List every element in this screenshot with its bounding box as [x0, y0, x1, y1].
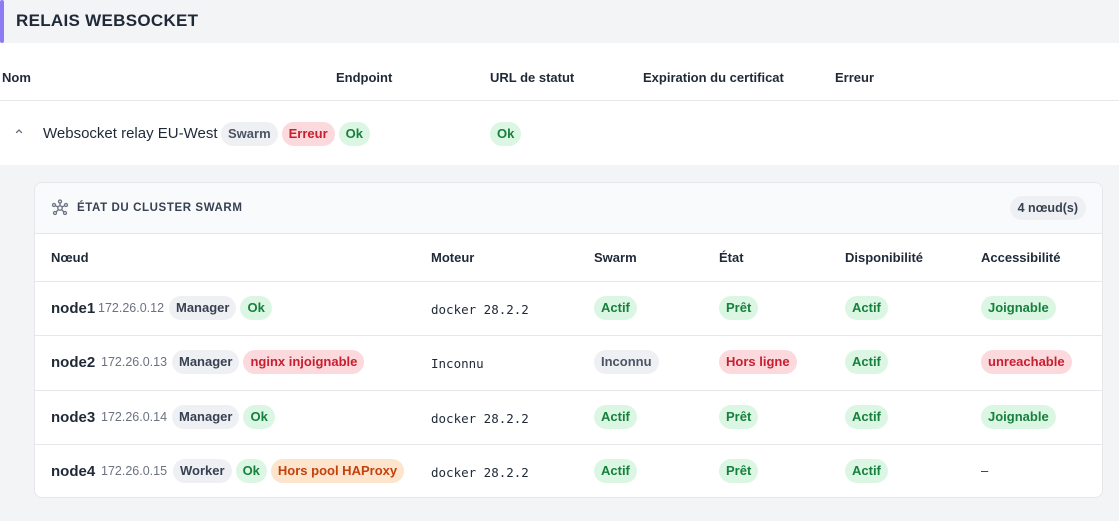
node-ip: 172.26.0.12 [98, 301, 165, 315]
state-badge: Hors ligne [719, 350, 797, 374]
swarm-status-badge: Actif [594, 405, 637, 429]
cluster-network-icon [51, 199, 69, 217]
node-badges: Worker Ok Hors pool HAProxy [173, 459, 405, 483]
node-count-badge: 4 nœud(s) [1009, 196, 1086, 220]
role-badge: Manager [172, 350, 240, 374]
column-header-status-url[interactable]: URL de statut [490, 70, 574, 85]
relay-ok-badge: Ok [338, 122, 371, 146]
relay-row[interactable]: Websocket relay EU-West Swarm Erreur Ok … [0, 102, 1119, 165]
column-header-node[interactable]: Nœud [51, 250, 89, 265]
cluster-card-header: ÉTAT DU CLUSTER SWARM 4 nœud(s) [35, 183, 1102, 234]
node-ip: 172.26.0.14 [101, 410, 168, 424]
availability-badge: Actif [845, 405, 888, 429]
node-ip: 172.26.0.13 [101, 355, 168, 369]
node-badges: Manager nginx injoignable [172, 350, 365, 374]
engine-version: docker 28.2.2 [431, 302, 529, 317]
availability-badge: Actif [845, 459, 888, 483]
health-ok-badge: Ok [235, 459, 267, 483]
engine-version: docker 28.2.2 [431, 411, 529, 426]
column-header-availability[interactable]: Disponibilité [845, 250, 923, 265]
node-name: node2 [51, 354, 96, 371]
column-header-reachability[interactable]: Accessibilité [981, 250, 1061, 265]
reachability-badge: Joignable [981, 405, 1056, 429]
section-accent-bar [0, 0, 4, 43]
table-row: node3 172.26.0.14 Manager Ok docker 28.2… [35, 391, 1102, 445]
section-title: RELAIS WEBSOCKET [16, 11, 199, 30]
status-url-cell: Ok [490, 122, 522, 146]
node-badges: Manager Ok [172, 405, 275, 429]
state-badge: Prêt [719, 296, 759, 320]
node-name: node4 [51, 463, 96, 480]
section-header: RELAIS WEBSOCKET [0, 0, 1119, 43]
table-row: node1 172.26.0.12 Manager Ok docker 28.2… [35, 282, 1102, 336]
column-header-endpoint[interactable]: Endpoint [336, 70, 392, 85]
column-header-cert-expiry[interactable]: Expiration du certificat [643, 70, 784, 85]
column-header-state[interactable]: État [719, 250, 744, 265]
swarm-cluster-card: ÉTAT DU CLUSTER SWARM 4 nœud(s) Nœud Mot… [34, 182, 1103, 498]
node-name: node3 [51, 409, 96, 426]
node-ip: 172.26.0.15 [101, 464, 168, 478]
relay-badges: Swarm Erreur Ok [221, 122, 371, 146]
reachability-empty: – [981, 463, 989, 478]
cluster-card-title: ÉTAT DU CLUSTER SWARM [77, 202, 243, 214]
swarm-status-badge: Inconnu [594, 350, 659, 374]
nodes-table-header: Nœud Moteur Swarm État Disponibilité Acc… [35, 234, 1102, 282]
column-header-name[interactable]: Nom [2, 70, 31, 85]
state-badge: Prêt [719, 405, 759, 429]
haproxy-pool-badge: Hors pool HAProxy [270, 459, 405, 483]
availability-badge: Actif [845, 350, 888, 374]
nginx-status-badge: nginx injoignable [243, 350, 365, 374]
column-header-engine[interactable]: Moteur [431, 250, 474, 265]
health-ok-badge: Ok [243, 405, 275, 429]
chevron-up-icon[interactable] [12, 126, 26, 140]
reachability-badge: Joignable [981, 296, 1056, 320]
engine-version: docker 28.2.2 [431, 465, 529, 480]
node-name: node1 [51, 300, 96, 317]
table-row: node2 172.26.0.13 Manager nginx injoigna… [35, 336, 1102, 391]
node-badges: Manager Ok [169, 296, 272, 320]
role-badge: Worker [173, 459, 232, 483]
swarm-status-badge: Actif [594, 459, 637, 483]
column-header-swarm[interactable]: Swarm [594, 250, 637, 265]
swarm-status-badge: Actif [594, 296, 637, 320]
table-row: node4 172.26.0.15 Worker Ok Hors pool HA… [35, 445, 1102, 497]
relay-type-badge: Swarm [221, 122, 278, 146]
engine-version: Inconnu [431, 356, 484, 371]
availability-badge: Actif [845, 296, 888, 320]
column-header-error[interactable]: Erreur [835, 70, 874, 85]
relays-table-header: Nom Endpoint URL de statut Expiration du… [0, 53, 1119, 101]
reachability-badge: unreachable [981, 350, 1072, 374]
status-url-badge: Ok [490, 122, 522, 146]
role-badge: Manager [172, 405, 240, 429]
relay-name: Websocket relay EU-West [43, 125, 218, 142]
relay-error-badge: Erreur [281, 122, 335, 146]
role-badge: Manager [169, 296, 237, 320]
health-ok-badge: Ok [240, 296, 272, 320]
state-badge: Prêt [719, 459, 759, 483]
